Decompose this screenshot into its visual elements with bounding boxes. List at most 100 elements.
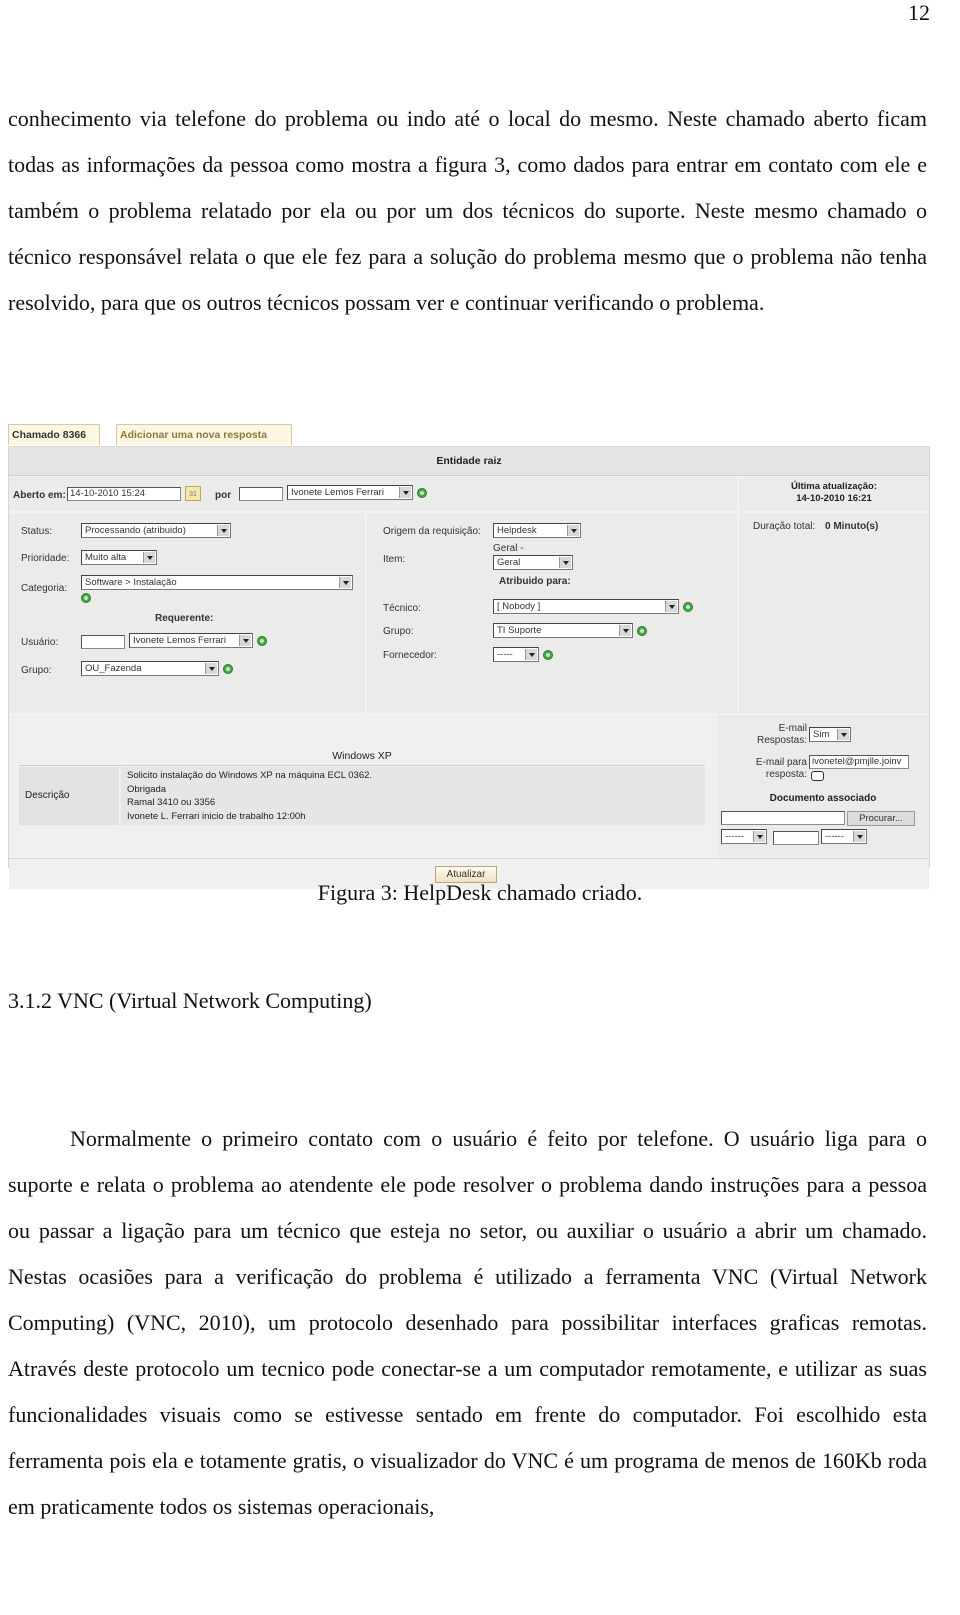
assigned-title: Atribuido para: (499, 576, 571, 587)
document-type-select[interactable]: ------ (721, 829, 767, 844)
user-label: Usuário: (21, 637, 59, 648)
document-type-value: ------ (725, 831, 744, 842)
item-select[interactable]: Geral (493, 555, 573, 570)
calendar-icon[interactable]: 31 (185, 486, 201, 501)
email-to-input[interactable]: ivonetel@pmjlle.joinv (809, 755, 909, 769)
chevron-down-icon (525, 649, 537, 660)
chevron-down-icon (339, 577, 351, 588)
body-paragraph-2: Normalmente o primeiro contato com o usu… (8, 1126, 927, 1519)
status-value: Processando (atribuido) (85, 525, 186, 536)
item-label: Item: (383, 554, 406, 565)
ticket-form: Entidade raiz Aberto em: 14-10-2010 15:2… (8, 446, 930, 889)
search-icon[interactable] (81, 593, 91, 603)
chevron-down-icon (567, 525, 579, 536)
document-value: ------ (825, 831, 844, 842)
chevron-down-icon (205, 663, 217, 674)
supplier-label: Fornecedor: (383, 650, 437, 661)
associated-document-title: Documento associado (769, 793, 877, 804)
description-text: Solicito instalação do Windows XP na máq… (121, 767, 705, 825)
description-title: Windows XP (19, 747, 705, 766)
status-label: Status: (21, 526, 53, 537)
search-icon[interactable] (683, 602, 693, 612)
browse-button[interactable]: Procurar... (847, 811, 915, 826)
by-input[interactable] (239, 487, 283, 501)
duration-value: 0 Minuto(s) (825, 521, 879, 532)
supplier-value: ----- (497, 649, 513, 660)
technician-label: Técnico: (383, 603, 421, 614)
description-line: Ramal 3410 ou 3356 (127, 797, 216, 808)
chevron-down-icon (559, 557, 571, 568)
figure-helpdesk-screenshot: Chamado 8366 Adicionar uma nova resposta… (8, 424, 930, 894)
chevron-down-icon (853, 831, 865, 842)
last-update: Última atualização: 14-10-2010 16:21 (739, 477, 929, 511)
ticket-details-panel: Status: Processando (atribuido) Priorida… (9, 513, 365, 713)
email-replies-value: Sim (813, 729, 830, 740)
email-document-section: E-mail Respostas: Sim E-mail para respos… (717, 715, 929, 857)
group-select[interactable]: OU_Fazenda (81, 661, 219, 676)
figure-caption: Figura 3: HelpDesk chamado criado. (317, 880, 643, 905)
category-label: Categoria: (21, 583, 68, 594)
last-update-label: Última atualização: (790, 481, 878, 492)
requester-title: Requerente: (155, 613, 214, 624)
email-replies-select[interactable]: Sim (809, 727, 851, 742)
chevron-down-icon (665, 601, 677, 612)
group-value: OU_Fazenda (85, 663, 142, 674)
chevron-down-icon (753, 831, 765, 842)
status-select[interactable]: Processando (atribuido) (81, 523, 231, 538)
assigned-group-select[interactable]: TI Suporte (493, 623, 633, 638)
category-select[interactable]: Software > Instalação (81, 575, 353, 590)
duration-label: Duração total: (753, 521, 816, 532)
body-paragraph-1: conhecimento via telefone do problema ou… (8, 106, 927, 315)
email-replies-label-2: Respostas: (756, 735, 807, 746)
chevron-down-icon (217, 525, 229, 536)
priority-label: Prioridade: (21, 553, 70, 564)
email-to-label-2: resposta: (765, 769, 807, 780)
description-label: Descrição (19, 767, 119, 825)
opened-label: Aberto em: (13, 490, 66, 501)
document-name-input[interactable] (773, 831, 819, 845)
user-value: Ivonete Lemos Ferrari (133, 635, 226, 646)
opened-by-select[interactable]: Ivonete Lemos Ferrari (287, 485, 413, 500)
opened-row: Aberto em: 14-10-2010 15:24 31 por Ivone… (9, 477, 737, 511)
supplier-select[interactable]: ----- (493, 647, 539, 662)
user-input[interactable] (81, 635, 125, 649)
priority-select[interactable]: Muito alta (81, 550, 157, 565)
user-select[interactable]: Ivonete Lemos Ferrari (129, 633, 253, 648)
chevron-down-icon (239, 635, 251, 646)
document-select[interactable]: ------ (821, 829, 867, 844)
tab-add-response[interactable]: Adicionar uma nova resposta (116, 424, 292, 445)
email-replies-label-1: E-mail (778, 723, 807, 734)
last-update-value: 14-10-2010 16:21 (796, 493, 872, 504)
item-value: Geral (497, 557, 521, 568)
technician-value: [ Nobody ] (497, 601, 541, 612)
search-icon[interactable] (223, 664, 233, 674)
item-caption: Geral - (493, 543, 524, 554)
chevron-down-icon (143, 552, 155, 563)
technician-select[interactable]: [ Nobody ] (493, 599, 679, 614)
chevron-down-icon (399, 487, 411, 498)
mail-icon[interactable] (811, 771, 824, 781)
chevron-down-icon (837, 729, 849, 740)
origin-select[interactable]: Helpdesk (493, 523, 581, 538)
category-value: Software > Instalação (85, 577, 177, 588)
assignment-panel: Origem da requisição: Helpdesk Item: Ger… (367, 513, 737, 713)
description-section: Windows XP Descrição Solicito instalação… (9, 715, 715, 857)
search-icon[interactable] (543, 650, 553, 660)
search-icon[interactable] (257, 636, 267, 646)
priority-value: Muito alta (85, 552, 127, 563)
opened-date-input[interactable]: 14-10-2010 15:24 (67, 487, 181, 501)
description-line: Solicito instalação do Windows XP na máq… (127, 770, 373, 781)
search-icon[interactable] (637, 626, 647, 636)
duration-panel: Duração total: 0 Minuto(s) (739, 513, 929, 713)
tab-ticket[interactable]: Chamado 8366 (8, 424, 100, 445)
assigned-group-label: Grupo: (383, 626, 414, 637)
email-to-label-1: E-mail para (755, 757, 807, 768)
opened-by-value: Ivonete Lemos Ferrari (291, 487, 384, 498)
search-icon[interactable] (417, 488, 427, 498)
origin-label: Origem da requisição: (383, 526, 481, 537)
description-line: Ivonete L. Ferrari inicio de trabalho 12… (127, 810, 306, 822)
by-label: por (215, 490, 232, 501)
document-file-input[interactable] (721, 811, 845, 825)
page-number: 12 (908, 0, 930, 25)
chevron-down-icon (619, 625, 631, 636)
